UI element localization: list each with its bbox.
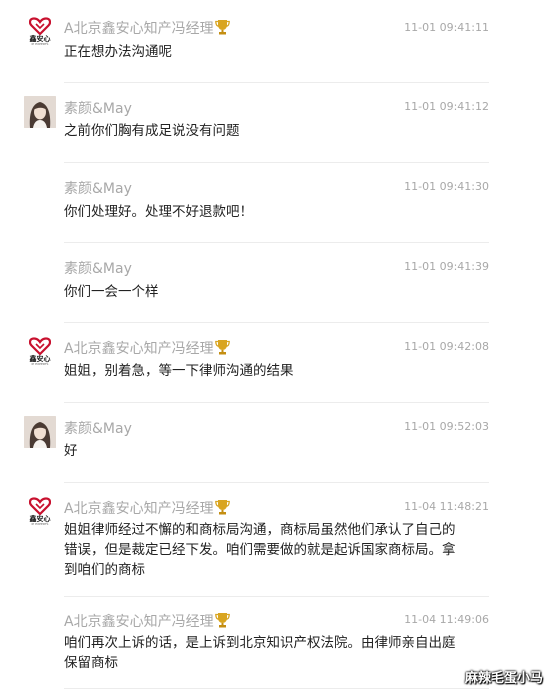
- message-text: 你们处理好。处理不好退款吧！: [64, 204, 253, 220]
- message-timestamp: 11-01 09:41:12: [404, 100, 489, 113]
- sender-name[interactable]: A北京鑫安心知产冯经理: [64, 498, 230, 518]
- heart-logo-icon: [29, 17, 51, 35]
- sender-name[interactable]: 素颜&May: [64, 178, 132, 198]
- sender-name[interactable]: A北京鑫安心知产冯经理: [64, 18, 230, 38]
- brand-avatar-subtext: IP EXPERTS: [31, 362, 49, 366]
- heart-logo-icon: [29, 337, 51, 355]
- message-text: 你们一会一个样: [64, 284, 159, 300]
- brand-avatar[interactable]: 鑫安心 IP EXPERTS: [24, 16, 56, 48]
- divider: [64, 242, 489, 243]
- divider: [64, 482, 489, 483]
- divider: [64, 402, 489, 403]
- message-text: 咱们再次上诉的话，是上诉到北京知识产权法院。由律师亲自出庭保留商标: [64, 635, 456, 671]
- sender-name[interactable]: 素颜&May: [64, 418, 132, 438]
- trophy-icon: [214, 340, 230, 355]
- sender-name[interactable]: A北京鑫安心知产冯经理: [64, 338, 230, 358]
- user-photo-icon: [24, 416, 56, 448]
- brand-avatar[interactable]: 鑫安心 IP EXPERTS: [24, 496, 56, 528]
- sender-name[interactable]: 素颜&May: [64, 98, 132, 118]
- user-avatar[interactable]: [24, 416, 56, 448]
- divider: [64, 162, 489, 163]
- divider: [64, 688, 489, 689]
- message-timestamp: 11-01 09:41:30: [404, 180, 489, 193]
- user-avatar[interactable]: [24, 96, 56, 128]
- divider: [64, 82, 489, 83]
- message-text: 之前你们胸有成足说没有问题: [64, 123, 240, 139]
- divider: [64, 322, 489, 323]
- brand-avatar-subtext: IP EXPERTS: [31, 522, 49, 526]
- message-timestamp: 11-01 09:41:39: [404, 260, 489, 273]
- message-text: 姐姐，别着急，等一下律师沟通的结果: [64, 363, 294, 379]
- divider: [64, 596, 489, 597]
- message-text: 好: [64, 443, 78, 459]
- message-text: 姐姐律师经过不懈的和商标局沟通，商标局虽然他们承认了自己的错误，但是裁定已经下发…: [64, 522, 456, 578]
- trophy-icon: [214, 500, 230, 515]
- message-timestamp: 11-01 09:42:08: [404, 340, 489, 353]
- sender-name[interactable]: A北京鑫安心知产冯经理: [64, 611, 230, 631]
- brand-avatar[interactable]: 鑫安心 IP EXPERTS: [24, 336, 56, 368]
- sender-name[interactable]: 素颜&May: [64, 258, 132, 278]
- message-timestamp: 11-04 11:49:06: [404, 613, 489, 626]
- message-timestamp: 11-01 09:41:11: [404, 21, 489, 34]
- trophy-icon: [214, 20, 230, 35]
- message-text: 正在想办法沟通呢: [64, 44, 172, 60]
- message-timestamp: 11-04 11:48:21: [404, 500, 489, 513]
- user-photo-icon: [24, 96, 56, 128]
- brand-avatar-subtext: IP EXPERTS: [31, 42, 49, 46]
- trophy-icon: [214, 613, 230, 628]
- message-timestamp: 11-01 09:52:03: [404, 420, 489, 433]
- heart-logo-icon: [29, 497, 51, 515]
- watermark: 麻辣毛蛋小马: [464, 671, 543, 686]
